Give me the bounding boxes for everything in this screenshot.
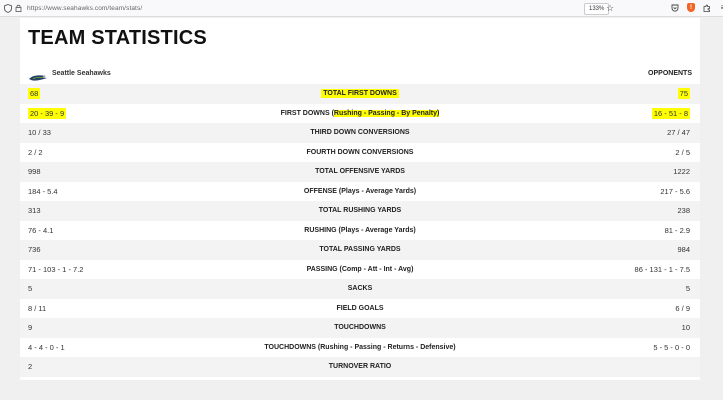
- extensions-puzzle-icon[interactable]: [702, 2, 712, 13]
- stat-opponents: 5: [685, 284, 690, 294]
- toolbar-extensions: ! ≡: [670, 2, 723, 13]
- stat-label: TURNOVER RATIO: [328, 363, 392, 371]
- opponents-label: OPPONENTS: [648, 69, 692, 77]
- stat-opponents: 1222: [673, 167, 690, 177]
- stat-seahawks: 5: [28, 284, 33, 294]
- table-row: 2 TURNOVER RATIO: [20, 357, 700, 377]
- stat-seahawks: 4 - 4 - 0 - 1: [28, 342, 65, 352]
- stat-opponents: 81 - 2.9: [664, 225, 690, 235]
- stat-label: OFFENSE (Plays - Average Yards): [303, 187, 417, 195]
- stat-seahawks: 2 / 2: [28, 147, 43, 157]
- bookmark-star-icon[interactable]: ☆: [606, 3, 614, 14]
- stat-label-highlighted: Rushing - Passing - By Penalty): [333, 109, 440, 117]
- stat-seahawks: 10 / 33: [28, 128, 51, 138]
- stat-label: TOTAL FIRST DOWNS: [321, 89, 399, 99]
- seahawks-logo-icon: [28, 69, 48, 81]
- stat-label: TOUCHDOWNS: [334, 324, 386, 332]
- lock-icon[interactable]: [13, 3, 23, 13]
- stat-opponents: 75: [677, 88, 690, 100]
- stat-label: TOTAL PASSING YARDS: [319, 246, 401, 254]
- stat-label: FIRST DOWNS (Rushing - Passing - By Pena…: [20, 109, 700, 117]
- stat-opponents: 2 / 5: [675, 147, 690, 157]
- table-row: 8 / 11 FIELD GOALS 6 / 9: [20, 299, 700, 319]
- table-row: 313 TOTAL RUSHING YARDS 238: [20, 201, 700, 221]
- table-row: 10 / 33 THIRD DOWN CONVERSIONS 27 / 47: [20, 123, 700, 143]
- table-row: 4 - 4 - 0 - 1 TOUCHDOWNS (Rushing - Pass…: [20, 338, 700, 358]
- stat-seahawks: 76 - 4.1: [28, 225, 54, 235]
- stat-label: SACKS: [347, 285, 373, 293]
- table-row: 5 SACKS 5: [20, 279, 700, 299]
- address-bar-url[interactable]: https://www.seahawks.com/team/stats/: [27, 5, 142, 12]
- stat-seahawks: 8 / 11: [28, 303, 47, 313]
- stat-seahawks: 2: [28, 362, 33, 372]
- stat-label: PASSING (Comp - Att - Int - Avg): [306, 265, 414, 273]
- menu-hamburger-icon[interactable]: ≡: [718, 2, 723, 13]
- brave-extension-icon[interactable]: !: [686, 2, 696, 13]
- team-name: Seattle Seahawks: [52, 69, 111, 77]
- stat-opponents: 217 - 5.6: [660, 186, 690, 196]
- stat-opponents: 16 - 51 - 8: [651, 107, 690, 119]
- page-title: TEAM STATISTICS: [28, 27, 207, 49]
- stat-opponents: 238: [677, 206, 690, 216]
- table-row: 736 TOTAL PASSING YARDS 984: [20, 240, 700, 260]
- stat-seahawks: 998: [28, 167, 41, 177]
- stat-label: FOURTH DOWN CONVERSIONS: [306, 148, 414, 156]
- stat-opponents: 6 / 9: [675, 303, 690, 313]
- team-header-row: Seattle Seahawks OPPONENTS: [28, 66, 692, 81]
- stat-seahawks: 313: [28, 206, 41, 216]
- brave-logo-icon: !: [687, 3, 695, 12]
- stat-label: TOUCHDOWNS (Rushing - Passing - Returns …: [264, 343, 456, 351]
- table-row: 68 TOTAL FIRST DOWNS 75: [20, 84, 700, 104]
- stat-seahawks: 20 - 39 - 9: [28, 107, 67, 119]
- browser-toolbar: https://www.seahawks.com/team/stats/ 133…: [0, 0, 723, 17]
- table-row: 20 - 39 - 9 FIRST DOWNS (Rushing - Passi…: [20, 104, 700, 124]
- stat-seahawks: 68: [28, 88, 41, 100]
- table-row: 184 - 5.4 OFFENSE (Plays - Average Yards…: [20, 182, 700, 202]
- stat-opponents: 10: [681, 323, 690, 333]
- table-row: 76 - 4.1 RUSHING (Plays - Average Yards)…: [20, 221, 700, 241]
- stat-label-prefix: FIRST DOWNS (: [280, 109, 334, 117]
- stats-page: TEAM STATISTICS Seattle Seahawks OPPONEN…: [20, 18, 700, 380]
- stat-seahawks: 736: [28, 245, 41, 255]
- stat-label: FIELD GOALS: [336, 304, 384, 312]
- table-row: 998 TOTAL OFFENSIVE YARDS 1222: [20, 162, 700, 182]
- stat-opponents: 27 / 47: [667, 128, 690, 138]
- stat-label: TOTAL OFFENSIVE YARDS: [315, 168, 405, 176]
- table-row: 71 - 103 - 1 - 7.2 PASSING (Comp - Att -…: [20, 260, 700, 280]
- stat-label: RUSHING (Plays - Average Yards): [304, 226, 416, 234]
- stat-seahawks: 71 - 103 - 1 - 7.2: [28, 264, 84, 274]
- stat-opponents: 5 - 5 - 0 - 0: [653, 342, 690, 352]
- shield-icon[interactable]: [3, 3, 13, 13]
- stat-seahawks: 9: [28, 323, 33, 333]
- stat-label: TOTAL RUSHING YARDS: [318, 207, 402, 215]
- stat-label: THIRD DOWN CONVERSIONS: [310, 129, 410, 137]
- stat-opponents: 86 - 131 - 1 - 7.5: [634, 264, 690, 274]
- pocket-icon[interactable]: [670, 2, 680, 13]
- table-row: 9 TOUCHDOWNS 10: [20, 318, 700, 338]
- stats-table: 68 TOTAL FIRST DOWNS 75 20 - 39 - 9 FIRS…: [20, 84, 700, 377]
- stat-opponents: 984: [677, 245, 690, 255]
- stat-seahawks: 184 - 5.4: [28, 186, 58, 196]
- table-row: 2 / 2 FOURTH DOWN CONVERSIONS 2 / 5: [20, 143, 700, 163]
